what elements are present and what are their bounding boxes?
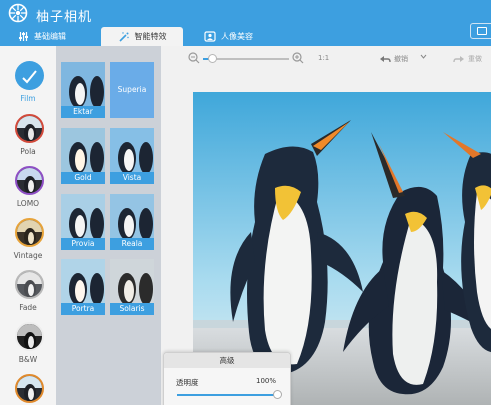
filter-label: Solaris: [110, 303, 154, 315]
tab-basic-edit[interactable]: 基础编辑: [18, 27, 90, 46]
filter-label: Vista: [110, 172, 154, 184]
tab-smart-effects[interactable]: 智能特效: [101, 27, 183, 46]
filter-label: Provia: [61, 238, 105, 250]
category-label: Film: [20, 94, 36, 103]
title-bar: 柚子相机: [0, 0, 491, 27]
opacity-value: 100%: [255, 377, 276, 385]
tab-bar: 基础编辑 智能特效 人像美容: [0, 27, 491, 46]
filter-label: Portra: [61, 303, 105, 315]
vintage-thumb-icon: [15, 218, 44, 247]
more-thumb-icon: [15, 374, 44, 403]
app-logo-icon: [8, 3, 28, 23]
portrait-icon: [204, 31, 216, 42]
filter-provia[interactable]: Provia: [61, 194, 105, 250]
sliders-icon: [19, 32, 28, 41]
magic-wand-icon: [118, 31, 129, 42]
zoom-ratio-button[interactable]: 1:1: [318, 54, 329, 62]
zoom-toolbar: 1:1 撤销 重做: [161, 46, 491, 72]
chevron-down-icon[interactable]: [420, 54, 427, 60]
filter-label: Superia: [117, 85, 147, 94]
category-label: Fade: [19, 303, 37, 312]
compare-button[interactable]: [470, 23, 491, 39]
penguin-thumb-icon: [61, 128, 105, 174]
filter-ektar[interactable]: Ektar: [61, 62, 105, 118]
category-label: Pola: [20, 147, 36, 156]
filter-reala[interactable]: Reala: [110, 194, 154, 250]
zoom-slider-knob[interactable]: [208, 54, 217, 63]
filter-thumbnail-panel: Ektar Superia Gold Vista Provia Reala Po…: [56, 46, 161, 405]
tab-label: 智能特效: [134, 32, 167, 41]
lomo-thumb-icon: [15, 166, 44, 195]
filter-category-list: Film Pola LOMO Vintage Fade B&W: [0, 46, 56, 405]
filter-solaris[interactable]: Solaris: [110, 259, 154, 315]
filter-superia[interactable]: Superia: [110, 62, 154, 118]
penguin-thumb-icon: [61, 194, 105, 240]
redo-label: 重做: [468, 55, 482, 63]
pola-thumb-icon: [15, 114, 44, 143]
advanced-panel: 高级 透明度 100%: [163, 352, 291, 405]
category-label: LOMO: [16, 199, 40, 208]
advanced-panel-title[interactable]: 高级: [164, 353, 290, 368]
filter-label: Gold: [61, 172, 105, 184]
opacity-slider-knob[interactable]: [273, 390, 282, 399]
fade-thumb-icon: [15, 270, 44, 299]
penguin-thumb-icon: [61, 259, 105, 305]
filter-gold[interactable]: Gold: [61, 128, 105, 184]
category-label: B&W: [18, 355, 38, 364]
penguin-thumb-icon: [110, 194, 154, 240]
penguin-thumb-icon: [110, 128, 154, 174]
undo-icon: [380, 55, 391, 62]
undo-label: 撤销: [394, 55, 408, 63]
filter-vista[interactable]: Vista: [110, 128, 154, 184]
redo-button[interactable]: 重做: [453, 54, 482, 64]
filter-portra[interactable]: Portra: [61, 259, 105, 315]
penguin-thumb-icon: [61, 62, 105, 108]
zoom-in-icon[interactable]: [292, 52, 304, 64]
app-window: 柚子相机 基础编辑 智能特效 人像美容 Film Pola LOMO Vinta…: [0, 0, 491, 405]
opacity-slider[interactable]: [177, 390, 282, 399]
zoom-slider[interactable]: [203, 54, 289, 63]
undo-button[interactable]: 撤销: [379, 54, 408, 64]
opacity-label: 透明度: [176, 378, 199, 387]
penguin-thumb-icon: [110, 259, 154, 305]
category-label: Vintage: [13, 251, 43, 260]
tab-label: 基础编辑: [34, 32, 66, 41]
app-title: 柚子相机: [36, 10, 93, 25]
tab-portrait-beauty[interactable]: 人像美容: [204, 27, 284, 46]
redo-icon: [453, 55, 464, 62]
opacity-slider-fill: [177, 394, 277, 396]
filter-label: Reala: [110, 238, 154, 250]
tab-label: 人像美容: [221, 32, 253, 41]
filter-label: Ektar: [61, 106, 105, 118]
bw-thumb-icon: [15, 322, 44, 351]
film-icon: [15, 61, 44, 90]
zoom-out-icon[interactable]: [188, 52, 200, 64]
